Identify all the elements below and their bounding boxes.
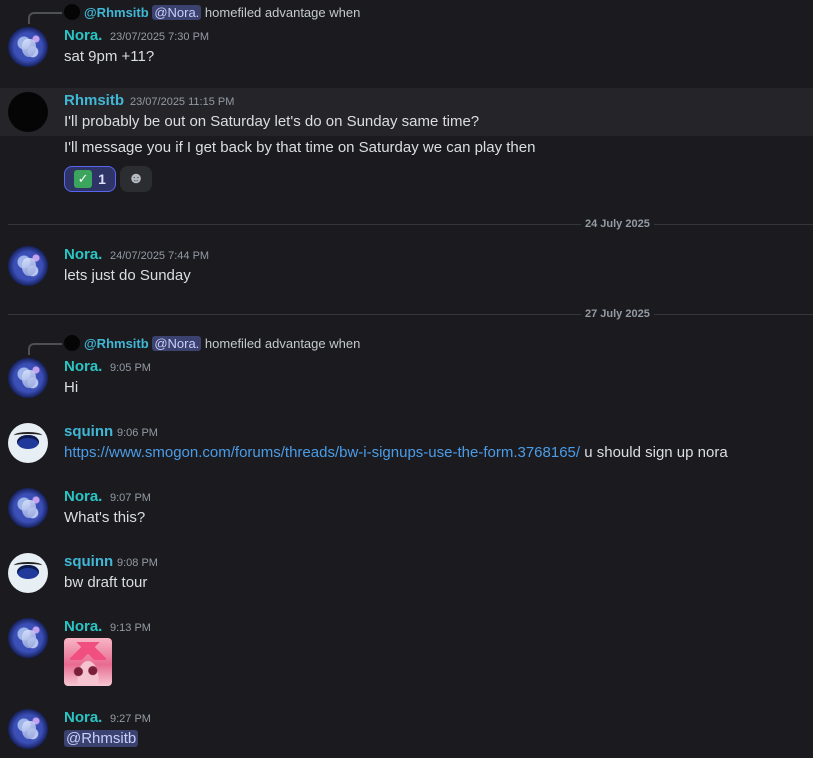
avatar[interactable] [8, 27, 48, 67]
reply-avatar [64, 4, 80, 20]
timestamp[interactable]: 9:07 PM [110, 491, 151, 505]
reply-username[interactable]: @Rhmsitb [84, 336, 149, 351]
avatar[interactable] [8, 488, 48, 528]
reply-spine [28, 12, 62, 24]
author-name[interactable]: squinn [64, 553, 113, 571]
reply-mention[interactable]: @Nora. [152, 5, 202, 20]
avatar[interactable] [8, 553, 48, 593]
message-text: Hi [64, 379, 79, 396]
message-text: lets just do Sunday [64, 267, 191, 284]
date-divider [8, 224, 813, 225]
author-name[interactable]: squinn [64, 423, 113, 441]
timestamp[interactable]: 23/07/2025 11:15 PM [130, 95, 234, 109]
author-name[interactable]: Nora. [64, 709, 102, 727]
reaction-checkmark[interactable]: ✓ 1 [64, 166, 116, 192]
author-name[interactable]: Nora. [64, 246, 102, 264]
custom-emoji-icon[interactable] [64, 638, 112, 686]
message-text: https://www.smogon.com/forums/threads/bw… [64, 443, 728, 463]
timestamp[interactable]: 23/07/2025 7:30 PM [110, 30, 209, 44]
timestamp[interactable]: 9:05 PM [110, 361, 151, 375]
author-name[interactable]: Nora. [64, 358, 102, 376]
reply-preview[interactable]: @Rhmsitb @Nora. homefiled advantage when [64, 335, 360, 352]
checkmark-icon: ✓ [74, 170, 93, 188]
reply-preview[interactable]: @Rhmsitb @Nora. homefiled advantage when [64, 4, 360, 21]
reply-avatar [64, 335, 80, 351]
avatar[interactable] [8, 423, 48, 463]
avatar[interactable] [8, 92, 48, 132]
author-name[interactable]: Nora. [64, 618, 102, 636]
add-reaction-button[interactable]: ☻ [120, 166, 152, 192]
timestamp[interactable]: 24/07/2025 7:44 PM [110, 249, 209, 263]
author-name[interactable]: Nora. [64, 488, 102, 506]
message-text: What's this? [64, 509, 146, 526]
message-text: I'll message you if I get back by that t… [64, 139, 536, 156]
date-divider-label: 24 July 2025 [581, 217, 654, 231]
avatar[interactable] [8, 709, 48, 749]
reply-text: homefiled advantage when [201, 5, 361, 20]
date-divider [8, 314, 813, 315]
timestamp[interactable]: 9:13 PM [110, 621, 151, 635]
avatar[interactable] [8, 618, 48, 658]
message-text-tail: u should sign up nora [580, 444, 728, 461]
author-name[interactable]: Nora. [64, 27, 102, 45]
user-mention[interactable]: @Rhmsitb [64, 730, 139, 747]
message-text: bw draft tour [64, 574, 148, 591]
smiley-add-icon: ☻ [127, 170, 145, 187]
reaction-count: 1 [98, 171, 106, 187]
message-text: I'll probably be out on Saturday let's d… [64, 113, 480, 130]
avatar[interactable] [8, 246, 48, 286]
date-divider-label: 27 July 2025 [581, 307, 654, 321]
reply-spine [28, 343, 62, 355]
timestamp[interactable]: 9:27 PM [110, 712, 151, 726]
chat-message-list: @Rhmsitb @Nora. homefiled advantage when… [0, 0, 813, 758]
timestamp[interactable]: 9:08 PM [117, 556, 158, 570]
reply-text: homefiled advantage when [201, 336, 361, 351]
message-text: @Rhmsitb [64, 729, 139, 749]
avatar[interactable] [8, 358, 48, 398]
reply-mention[interactable]: @Nora. [152, 336, 202, 351]
message-text: sat 9pm +11? [64, 48, 155, 65]
message-link[interactable]: https://www.smogon.com/forums/threads/bw… [64, 444, 580, 461]
reply-username[interactable]: @Rhmsitb [84, 5, 149, 20]
timestamp[interactable]: 9:06 PM [117, 426, 158, 440]
author-name[interactable]: Rhmsitb [64, 92, 124, 110]
